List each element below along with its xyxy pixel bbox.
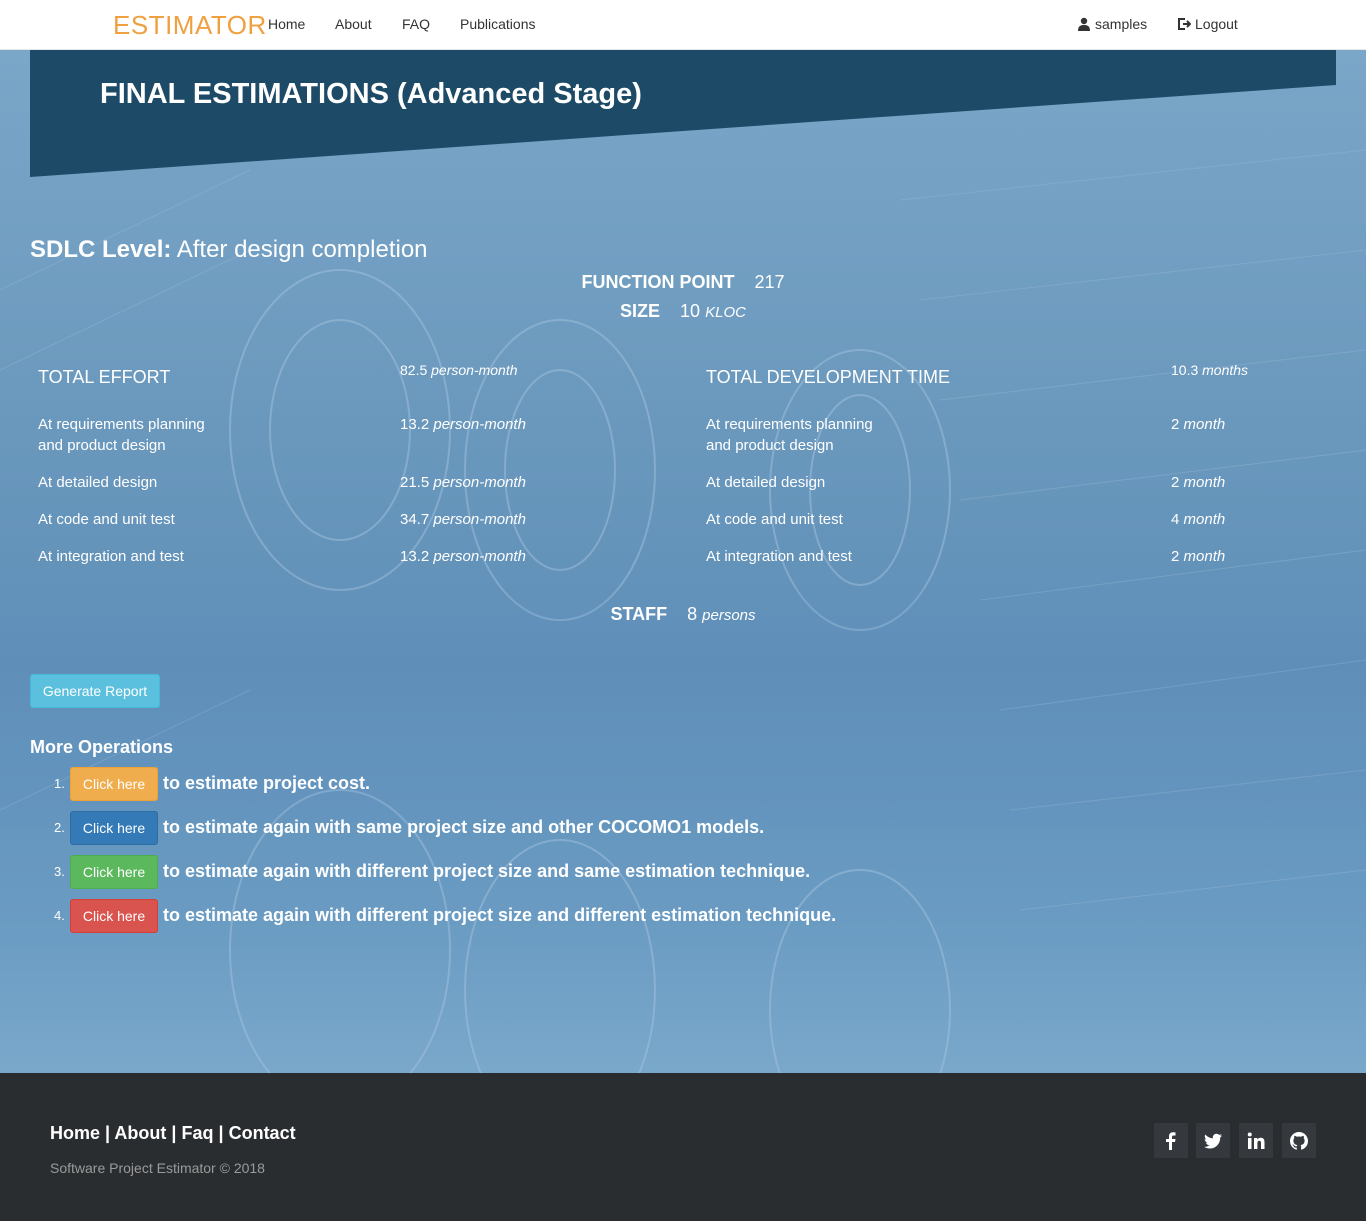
operation-number: 3. [54,864,65,879]
operation-text: to estimate again with different project… [163,861,811,881]
time-row-value: 2 month [1171,548,1226,565]
time-row-value: 2 month [1171,474,1226,491]
user-icon [1078,17,1090,31]
facebook-icon [1166,1131,1176,1150]
operation-number: 1. [54,776,65,791]
nav-publications-link[interactable]: Publications [460,16,536,32]
effort-row-value: 34.7 person-month [400,511,526,528]
staff-row: STAFF 8 persons [0,604,1366,625]
time-row-label: At code and unit test [706,511,843,528]
user-name: samples [1095,16,1148,32]
twitter-icon [1204,1133,1222,1148]
effort-row-label: At requirements planning and product desi… [38,416,205,454]
estimate-same-size-button[interactable]: Click here [70,811,158,845]
footer-separator: | [218,1123,224,1143]
estimate-different-size-same-technique-button[interactable]: Click here [70,855,158,889]
total-effort-value: 82.5 person-month [400,362,518,378]
github-link[interactable] [1282,1123,1316,1158]
size-unit: KLOC [705,304,746,321]
total-time-value: 10.3 months [1171,362,1249,378]
total-effort-title: TOTAL EFFORT [38,367,171,387]
nav-about-link[interactable]: About [335,16,372,32]
effort-row-label: At integration and test [38,548,184,565]
footer-faq-link[interactable]: Faq [181,1123,213,1143]
logout-link[interactable]: Logout [1177,16,1238,32]
function-point-value: 217 [754,272,785,292]
footer: Home | About | Faq | Contact Software Pr… [0,1073,1366,1221]
github-icon [1290,1131,1308,1150]
logout-label: Logout [1195,16,1238,32]
operation-text: to estimate project cost. [163,773,371,793]
time-row-label: At detailed design [706,474,826,491]
page-banner: FINAL ESTIMATIONS (Advanced Stage) [30,50,1336,177]
time-row-value: 4 month [1171,511,1226,528]
sdlc-value: After design completion [176,236,428,263]
operation-text: to estimate again with same project size… [163,817,765,837]
brand-logo[interactable]: ESTIMATOR [113,10,267,41]
size-row: SIZE 10 KLOC [0,301,1366,322]
footer-home-link[interactable]: Home [50,1123,100,1143]
sdlc-label: SDLC Level: [30,236,172,263]
navbar: ESTIMATOR Home About FAQ Publications sa… [0,0,1366,50]
footer-about-link[interactable]: About [114,1123,166,1143]
time-row-value: 2 month [1171,416,1226,433]
time-row-label: At requirements planning and product desi… [706,416,873,454]
operation-text: to estimate again with different project… [163,905,837,925]
linkedin-icon [1247,1132,1265,1149]
footer-separator: | [171,1123,177,1143]
footer-separator: | [105,1123,111,1143]
nav-home-link[interactable]: Home [268,16,305,32]
size-value: 10 [680,301,701,321]
operation-number: 4. [54,908,65,923]
effort-row-value: 21.5 person-month [400,474,526,491]
footer-links: Home | About | Faq | Contact [50,1123,296,1144]
effort-row-value: 13.2 person-month [400,548,526,565]
twitter-link[interactable] [1196,1123,1230,1158]
logout-icon [1178,18,1191,30]
facebook-link[interactable] [1154,1123,1188,1158]
more-operations-title: More Operations [30,737,174,757]
staff-label: STAFF [610,604,668,624]
footer-contact-link[interactable]: Contact [229,1123,296,1143]
size-label: SIZE [620,301,661,321]
operation-number: 2. [54,820,65,835]
function-point-label: FUNCTION POINT [581,272,735,292]
estimate-cost-button[interactable]: Click here [70,767,158,801]
linkedin-link[interactable] [1239,1123,1273,1158]
effort-row-label: At code and unit test [38,511,175,528]
generate-report-button[interactable]: Generate Report [30,674,160,708]
user-menu[interactable]: samples [1077,16,1147,32]
total-time-title: TOTAL DEVELOPMENT TIME [706,367,951,387]
sdlc-level: SDLC Level: After design completion [30,236,428,264]
estimate-different-size-different-technique-button[interactable]: Click here [70,899,158,933]
staff-unit: persons [702,607,756,624]
page-title: FINAL ESTIMATIONS (Advanced Stage) [100,78,642,110]
time-row-label: At integration and test [706,548,852,565]
nav-faq-link[interactable]: FAQ [402,16,430,32]
footer-copyright: Software Project Estimator © 2018 [50,1160,265,1176]
function-point-row: FUNCTION POINT 217 [0,272,1366,293]
staff-value: 8 [687,604,698,624]
effort-row-value: 13.2 person-month [400,416,526,433]
effort-row-label: At detailed design [38,474,158,491]
